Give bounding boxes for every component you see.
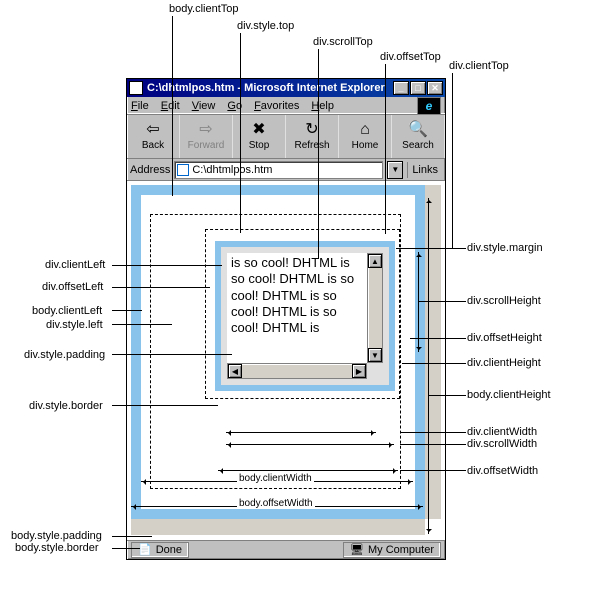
leader	[400, 432, 466, 433]
dim-clientheight	[428, 198, 429, 534]
toolbar: ⇦Back ⇨Forward ✖Stop ↻Refresh ⌂Home 🔍Sea…	[127, 115, 445, 159]
leader	[240, 33, 241, 233]
callout-div-offsetwidth: div.offsetWidth	[467, 465, 538, 477]
leader	[112, 265, 222, 266]
browser-window: e C:\dhtmlpos.htm - Microsoft Internet E…	[126, 78, 446, 560]
diagram-wrapper: e C:\dhtmlpos.htm - Microsoft Internet E…	[0, 0, 609, 602]
leader	[452, 73, 453, 248]
leader	[318, 49, 319, 259]
scroll-up-icon[interactable]: ▲	[368, 254, 382, 268]
callout-body-clientleft: body.clientLeft	[32, 305, 102, 317]
dim-clientwidth	[226, 432, 376, 433]
addressbar: Address C:\dhtmlpos.htm ▼ Links	[127, 159, 445, 181]
maximize-button[interactable]: □	[410, 81, 426, 95]
callout-div-clienttop: div.clientTop	[449, 60, 509, 72]
leader	[385, 64, 386, 234]
body-clientwidth-label: body.clientWidth	[237, 473, 314, 484]
minimize-button[interactable]: _	[393, 81, 409, 95]
address-label: Address	[130, 164, 170, 176]
callout-div-style-margin: div.style.margin	[467, 242, 543, 254]
callout-div-scrollheight: div.scrollHeight	[467, 295, 541, 307]
callout-div-offsetheight: div.offsetHeight	[467, 332, 542, 344]
callout-div-scrolltop: div.scrollTop	[313, 36, 373, 48]
address-field[interactable]: C:\dhtmlpos.htm	[174, 161, 383, 179]
leader	[112, 310, 142, 311]
computer-icon: 🖥	[350, 543, 364, 556]
callout-body-style-padding: body.style.padding	[11, 530, 102, 542]
address-dropdown-button[interactable]: ▼	[387, 161, 403, 179]
leader	[400, 444, 466, 445]
callout-div-style-left: div.style.left	[46, 319, 103, 331]
forward-button[interactable]: ⇨Forward	[180, 115, 233, 158]
menubar: File Edit View Go Favorites Help e	[127, 97, 445, 115]
callout-div-style-border: div.style.border	[29, 400, 103, 412]
div-border-box: is so cool! DHTML is so cool! DHTML is s…	[215, 241, 395, 391]
leader	[112, 536, 152, 537]
dim-scrollwidth	[226, 444, 394, 445]
home-icon: ⌂	[360, 122, 370, 138]
callout-div-style-padding: div.style.padding	[24, 349, 105, 361]
callout-div-scrollwidth: div.scrollWidth	[467, 438, 537, 450]
scroll-left-icon[interactable]: ◀	[228, 364, 242, 378]
statusbar: 📄 Done 🖥 My Computer	[127, 539, 445, 559]
document-icon	[177, 164, 189, 176]
callout-div-clientwidth: div.clientWidth	[467, 426, 537, 438]
leader	[112, 405, 218, 406]
callout-div-offsettop: div.offsetTop	[380, 51, 441, 63]
leader	[410, 338, 466, 339]
search-button[interactable]: 🔍Search	[392, 115, 445, 158]
div-scrollbar-vertical[interactable]: ▲ ▼	[367, 253, 383, 363]
callout-div-style-top: div.style.top	[237, 20, 294, 32]
links-button[interactable]: Links	[407, 162, 442, 178]
menu-favorites[interactable]: Favorites	[254, 100, 299, 112]
div-scrollbar-horizontal[interactable]: ◀ ▶	[227, 363, 367, 379]
refresh-icon: ↻	[305, 122, 318, 138]
window-title: C:\dhtmlpos.htm - Microsoft Internet Exp…	[147, 82, 385, 94]
callout-div-clientheight: div.clientHeight	[467, 357, 541, 369]
app-icon: e	[129, 81, 143, 95]
leader	[418, 301, 466, 302]
callout-body-clienttop: body.clientTop	[169, 3, 239, 15]
search-icon: 🔍	[408, 122, 428, 138]
callout-div-clientleft: div.clientLeft	[45, 259, 105, 271]
main-scrollbar-horizontal[interactable]	[131, 519, 425, 535]
document-icon: 📄	[138, 543, 152, 556]
back-icon: ⇦	[146, 122, 159, 138]
scroll-down-icon[interactable]: ▼	[368, 348, 382, 362]
leader	[400, 470, 466, 471]
callout-div-offsetleft: div.offsetLeft	[42, 281, 103, 293]
forward-icon: ⇨	[199, 122, 212, 138]
leader	[112, 324, 172, 325]
titlebar: e C:\dhtmlpos.htm - Microsoft Internet E…	[127, 79, 445, 97]
close-button[interactable]: ✕	[427, 81, 443, 95]
ie-logo-icon: e	[417, 97, 441, 115]
leader	[112, 287, 210, 288]
client-area: is so cool! DHTML is so cool! DHTML is s…	[127, 181, 445, 539]
leader	[172, 16, 173, 196]
menu-edit[interactable]: Edit	[161, 100, 180, 112]
dim-scrollheight	[418, 252, 419, 352]
status-done: 📄 Done	[131, 542, 189, 558]
menu-file[interactable]: File	[131, 100, 149, 112]
callout-body-style-border: body.style.border	[15, 542, 99, 554]
body-offsetwidth-label: body.offsetWidth	[237, 498, 315, 509]
callout-body-clientheight: body.clientHeight	[467, 389, 551, 401]
stop-icon: ✖	[252, 122, 265, 138]
scroll-right-icon[interactable]: ▶	[352, 364, 366, 378]
dim-offsetwidth	[218, 470, 398, 471]
leader	[112, 354, 232, 355]
div-content: is so cool! DHTML is so cool! DHTML is s…	[227, 253, 367, 363]
menu-view[interactable]: View	[192, 100, 216, 112]
leader	[402, 363, 466, 364]
address-value: C:\dhtmlpos.htm	[192, 164, 272, 176]
leader	[112, 548, 140, 549]
refresh-button[interactable]: ↻Refresh	[286, 115, 339, 158]
status-zone: 🖥 My Computer	[343, 542, 441, 558]
leader	[428, 395, 466, 396]
window-controls: _ □ ✕	[393, 81, 443, 95]
leader	[398, 248, 466, 249]
menu-help[interactable]: Help	[311, 100, 334, 112]
